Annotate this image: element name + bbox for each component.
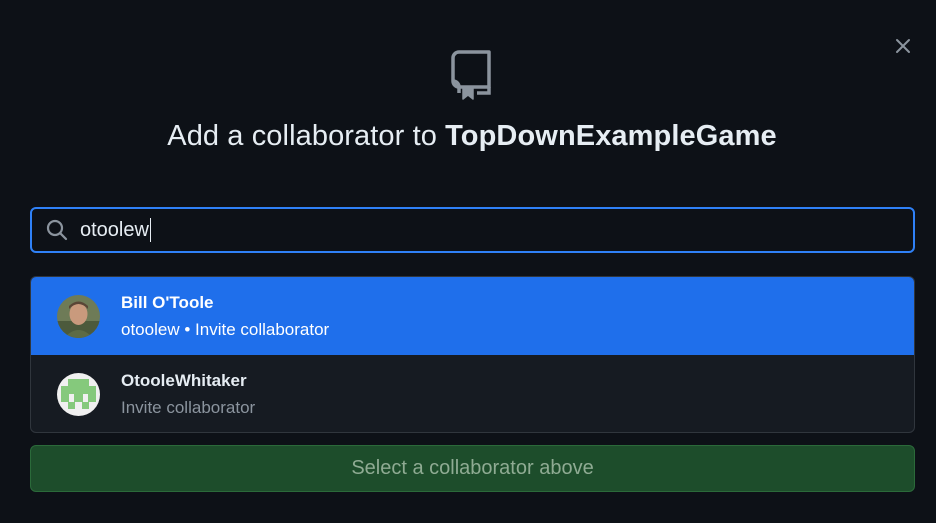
search-icon (46, 219, 68, 241)
results-list: Bill O'Toole otoolew • Invite collaborat… (30, 276, 915, 433)
result-login: otoolew (121, 319, 180, 339)
list-item[interactable]: OtooleWhitaker Invite collaborator (31, 355, 914, 432)
select-collaborator-button[interactable]: Select a collaborator above (30, 445, 915, 492)
close-button[interactable] (890, 33, 916, 59)
search-value: otoolew (80, 218, 149, 241)
repo-icon (451, 50, 491, 100)
result-name: OtooleWhitaker (121, 370, 247, 390)
add-collaborator-dialog: Add a collaborator to TopDownExampleGame… (0, 0, 936, 523)
close-icon (896, 39, 910, 53)
avatar (57, 372, 100, 416)
dialog-title: Add a collaborator to TopDownExampleGame (0, 120, 936, 153)
result-name: Bill O'Toole (121, 292, 214, 312)
result-action: Invite collaborator (121, 397, 256, 417)
result-separator: • (184, 319, 191, 339)
title-prefix: Add a collaborator to (167, 120, 437, 152)
search-input[interactable]: otoolew (30, 207, 915, 253)
avatar (57, 294, 100, 338)
repo-name: TopDownExampleGame (445, 120, 777, 152)
text-caret (149, 218, 151, 242)
result-action: Invite collaborator (195, 319, 330, 339)
list-item[interactable]: Bill O'Toole otoolew • Invite collaborat… (31, 277, 914, 355)
